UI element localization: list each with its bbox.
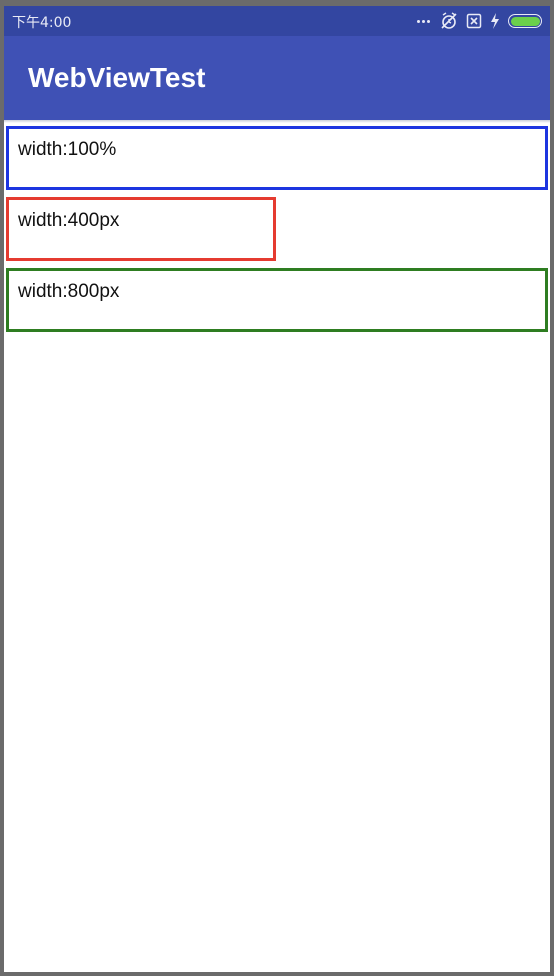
- charging-bolt-icon: [491, 13, 499, 29]
- screen: 下午4:00 WebViewTest width:100% width:400p…: [4, 6, 550, 972]
- more-dots-icon: [417, 19, 430, 23]
- device-frame: 下午4:00 WebViewTest width:100% width:400p…: [0, 0, 554, 976]
- status-time: 下午4:00: [12, 15, 72, 31]
- sim-disabled-icon: [466, 13, 482, 29]
- status-bar: 下午4:00: [4, 6, 550, 36]
- box-width-100-percent: width:100%: [6, 126, 548, 190]
- box-label: width:100%: [18, 139, 117, 160]
- battery-icon: [508, 14, 542, 28]
- alarm-off-icon: [441, 12, 457, 29]
- box-label: width:400px: [18, 210, 120, 231]
- app-title: WebViewTest: [28, 62, 206, 93]
- status-icons: [417, 11, 542, 31]
- webview-content[interactable]: width:100% width:400px width:800px: [4, 123, 550, 972]
- box-label: width:800px: [18, 281, 120, 302]
- app-bar: WebViewTest: [4, 36, 550, 120]
- battery-fill: [510, 16, 540, 26]
- box-width-800px: width:800px: [6, 268, 548, 332]
- box-width-400px: width:400px: [6, 197, 276, 261]
